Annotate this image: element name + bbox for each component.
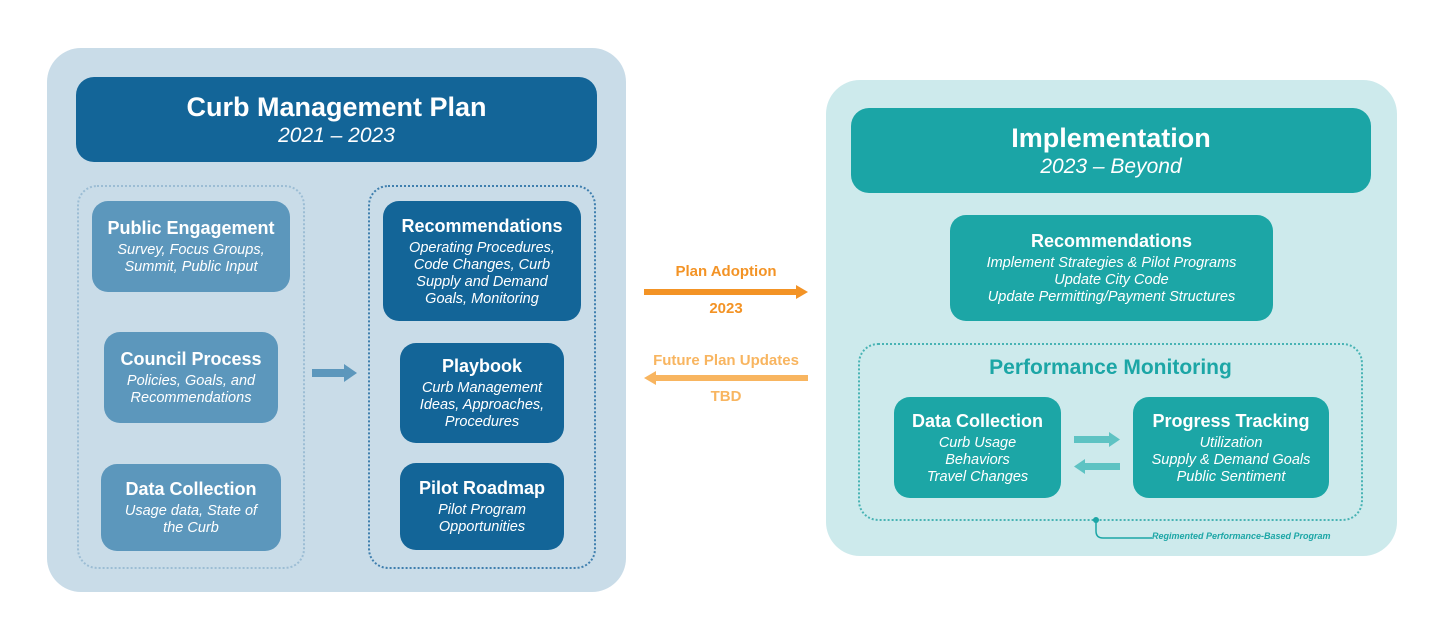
forward-arrow-icon	[644, 285, 808, 299]
card-title: Council Process	[120, 349, 262, 369]
performance-monitoring-title: Performance Monitoring	[989, 356, 1232, 379]
playbook-card: Playbook Curb Management Ideas, Approach…	[400, 343, 564, 443]
callout-connector-icon	[1093, 517, 1152, 539]
card-desc: Policies, Goals, and Recommendations	[126, 373, 256, 406]
progress-tracking-card: Progress Tracking Utilization Supply & D…	[1133, 397, 1329, 498]
curb-management-plan-header: Curb Management Plan 2021 – 2023	[76, 77, 597, 162]
right-panel-subtitle: 2023 – Beyond	[1040, 154, 1182, 178]
card-desc: Implement Strategies & Pilot Programs Up…	[986, 255, 1237, 305]
card-desc: Pilot Program Opportunities	[438, 502, 526, 535]
card-title: Data Collection	[911, 410, 1044, 431]
performance-program-callout: Regimented Performance-Based Program	[1152, 531, 1331, 541]
card-title: Pilot Roadmap	[418, 478, 545, 498]
card-title: Recommendations	[1030, 231, 1193, 251]
future-plan-updates-label: Future Plan Updates	[653, 352, 799, 369]
future-plan-updates-tbd: TBD	[710, 388, 742, 405]
card-title: Playbook	[441, 356, 523, 376]
card-desc: Utilization Supply & Demand Goals Public…	[1151, 434, 1311, 485]
card-title: Data Collection	[125, 479, 257, 499]
implementation-header: Implementation 2023 – Beyond	[851, 108, 1371, 193]
recommendations-card: Recommendations Operating Procedures, Co…	[383, 201, 581, 321]
left-panel-subtitle: 2021 – 2023	[278, 123, 395, 147]
card-desc: Curb Management Ideas, Approaches, Proce…	[419, 380, 545, 430]
card-title: Public Engagement	[107, 218, 275, 238]
card-desc: Operating Procedures, Code Changes, Curb…	[409, 239, 555, 307]
bidirectional-arrows-icon	[1074, 432, 1120, 474]
plan-adoption-year: 2023	[709, 300, 743, 317]
data-collection-input-card: Data Collection Usage data, State of the…	[101, 464, 281, 551]
public-engagement-card: Public Engagement Survey, Focus Groups, …	[92, 201, 290, 292]
card-title: Recommendations	[401, 215, 563, 236]
implementation-recommendations-card: Recommendations Implement Strategies & P…	[950, 215, 1273, 321]
council-process-card: Council Process Policies, Goals, and Rec…	[104, 332, 278, 423]
card-desc: Usage data, State of the Curb	[124, 503, 258, 536]
backward-arrow-icon	[644, 371, 808, 385]
left-panel-title: Curb Management Plan	[186, 91, 487, 122]
right-arrow-icon	[312, 364, 357, 382]
monitoring-data-collection-card: Data Collection Curb Usage Behaviors Tra…	[894, 397, 1061, 498]
card-desc: Curb Usage Behaviors Travel Changes	[926, 434, 1029, 485]
pilot-roadmap-card: Pilot Roadmap Pilot Program Opportunitie…	[400, 463, 564, 550]
plan-adoption-label: Plan Adoption	[675, 263, 777, 280]
card-desc: Survey, Focus Groups, Summit, Public Inp…	[117, 242, 265, 275]
card-title: Progress Tracking	[1152, 410, 1310, 431]
right-panel-title: Implementation	[1011, 122, 1211, 153]
